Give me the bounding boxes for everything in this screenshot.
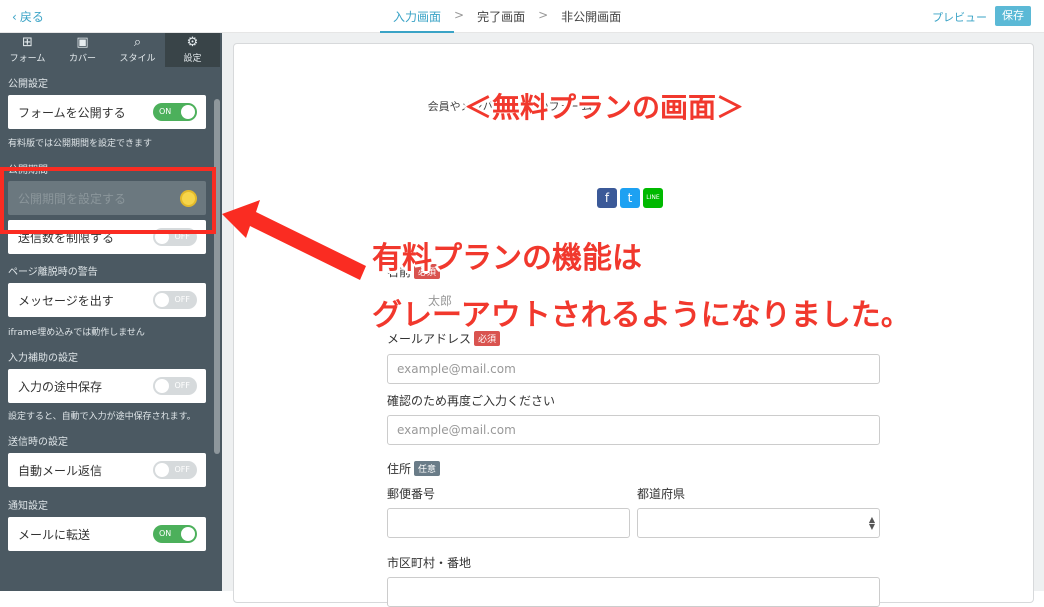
notify-row: メールに転送 ON [8, 517, 206, 551]
leave-heading: ページ離脱時の警告 [8, 267, 98, 278]
notify-toggle[interactable]: ON [153, 525, 197, 543]
facebook-icon[interactable]: f [597, 188, 617, 208]
assist-toggle[interactable]: OFF [153, 377, 197, 395]
leave-toggle[interactable]: OFF [153, 291, 197, 309]
plus-square-icon: ⊞ [22, 35, 33, 50]
leave-label: メッセージを出す [18, 293, 114, 308]
city-input[interactable] [387, 577, 880, 607]
save-button[interactable]: 保存 [995, 6, 1031, 26]
settings-sidebar: ⊞ フォーム ▣ カバー ⌕ スタイル ⚙ 設定 公開設定 フォームを公開する … [0, 33, 222, 591]
notify-heading: 通知設定 [8, 501, 48, 512]
pref-label: 都道府県 [637, 487, 686, 501]
tab-cover-label: カバー [68, 54, 96, 64]
select-arrows-icon: ▲ ▼ [868, 515, 875, 531]
gear-icon: ⚙ [186, 35, 199, 50]
optional-badge: 任意 [414, 461, 441, 476]
tab-style[interactable]: ⌕ スタイル [110, 33, 165, 67]
tab-form-label: フォーム [9, 54, 46, 64]
email-label-text: メールアドレス [387, 332, 472, 346]
iframe-note: iframe埋め込みでは動作しません [8, 328, 145, 338]
address-label: 住所 任意 [387, 460, 441, 477]
share-buttons: f t LINE [597, 188, 663, 208]
back-link[interactable]: ‹ 戻る [12, 8, 44, 25]
step-private[interactable]: 非公開画面 [548, 0, 634, 33]
publish-heading: 公開設定 [8, 79, 48, 90]
tab-cover[interactable]: ▣ カバー [55, 33, 110, 67]
assist-heading: 入力補助の設定 [8, 353, 78, 364]
assist-row: 入力の途中保存 OFF [8, 369, 206, 403]
leave-row: メッセージを出す OFF [8, 283, 206, 317]
email-confirm-input[interactable]: example@mail.com [387, 415, 880, 445]
tab-settings[interactable]: ⚙ 設定 [165, 33, 220, 67]
image-icon: ▣ [76, 35, 89, 50]
annotation-line-1: 有料プランの機能は [372, 241, 642, 276]
chevron-left-icon: ‹ [12, 10, 17, 24]
pref-select[interactable]: ▲ ▼ [637, 508, 880, 538]
top-bar: ‹ 戻る 入力画面 > 完了画面 > 非公開画面 プレビュー 保存 [0, 0, 1044, 33]
email-confirm-label: 確認のため再度ご入力ください [387, 394, 556, 408]
line-icon[interactable]: LINE [643, 188, 663, 208]
address-label-text: 住所 [387, 462, 412, 476]
email-input[interactable]: example@mail.com [387, 354, 880, 384]
send-label: 自動メール返信 [18, 463, 103, 478]
highlight-box [0, 167, 216, 234]
annotation-arrow-icon [222, 200, 366, 280]
step-input[interactable]: 入力画面 [380, 0, 455, 33]
brush-icon: ⌕ [133, 35, 142, 50]
tab-settings-label: 設定 [183, 54, 202, 64]
zip-input[interactable] [387, 508, 630, 538]
tab-form[interactable]: ⊞ フォーム [0, 33, 55, 67]
step-separator: > [538, 8, 549, 22]
back-label: 戻る [19, 10, 44, 24]
send-toggle[interactable]: OFF [153, 461, 197, 479]
annotation-title: ＜無料プランの画面＞ [464, 91, 745, 124]
step-navigation: 入力画面 > 完了画面 > 非公開画面 [380, 0, 634, 33]
notify-label: メールに転送 [18, 527, 91, 542]
assist-label: 入力の途中保存 [18, 379, 103, 394]
sidebar-tabs: ⊞ フォーム ▣ カバー ⌕ スタイル ⚙ 設定 [0, 33, 222, 67]
tab-style-label: スタイル [119, 54, 156, 64]
zip-label: 郵便番号 [387, 487, 436, 501]
city-label: 市区町村・番地 [387, 556, 472, 570]
paid-note: 有料版では公開期間を設定できます [8, 139, 153, 149]
send-heading: 送信時の設定 [8, 437, 68, 448]
step-complete[interactable]: 完了画面 [464, 0, 538, 33]
assist-note: 設定すると、自動で入力が途中保存されます。 [8, 412, 196, 422]
send-row: 自動メール返信 OFF [8, 453, 206, 487]
preview-link[interactable]: プレビュー [932, 9, 987, 25]
twitter-icon[interactable]: t [620, 188, 640, 208]
step-separator: > [454, 8, 465, 22]
annotation-line-2: グレーアウトされるようになりました。 [372, 298, 911, 333]
